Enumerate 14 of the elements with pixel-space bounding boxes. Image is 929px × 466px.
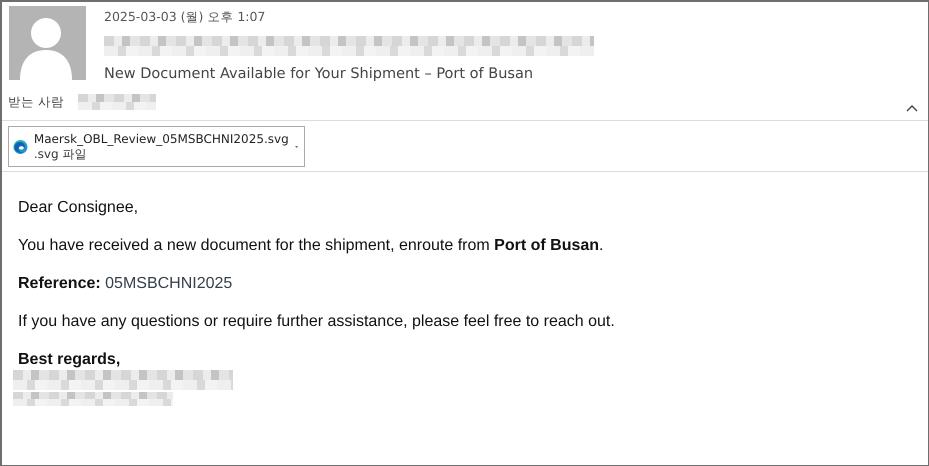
attachment-name: Maersk_OBL_Review_05MSBCHNI2025.svg <box>34 132 289 146</box>
avatar-icon <box>6 6 86 80</box>
body-paragraph: You have received a new document for the shipment, enroute from Port of Busan. <box>18 236 604 256</box>
email-subject: New Document Available for Your Shipment – Port of Busan <box>104 65 534 84</box>
reference-line: Reference: 05MSBCHNI2025 <box>18 274 234 294</box>
sign-off: Best regards, <box>18 350 122 370</box>
recipient-label: 받는 사람 <box>8 94 64 110</box>
collapse-icon[interactable] <box>906 104 918 112</box>
body-paragraph: If you have any questions or require further assistance, please feel free to reach out. <box>18 312 616 332</box>
body-paragraph: Dear Consignee, <box>18 198 140 218</box>
attachment-type: .svg 파일 <box>34 146 88 162</box>
attachment-item[interactable]: Maersk_OBL_Review_05MSBCHNI2025.svg .svg 파일 <box>8 126 305 167</box>
dropdown-caret-icon[interactable] <box>294 144 298 148</box>
sent-date: 2025-03-03 (월) 오후 1:07 <box>104 8 266 26</box>
